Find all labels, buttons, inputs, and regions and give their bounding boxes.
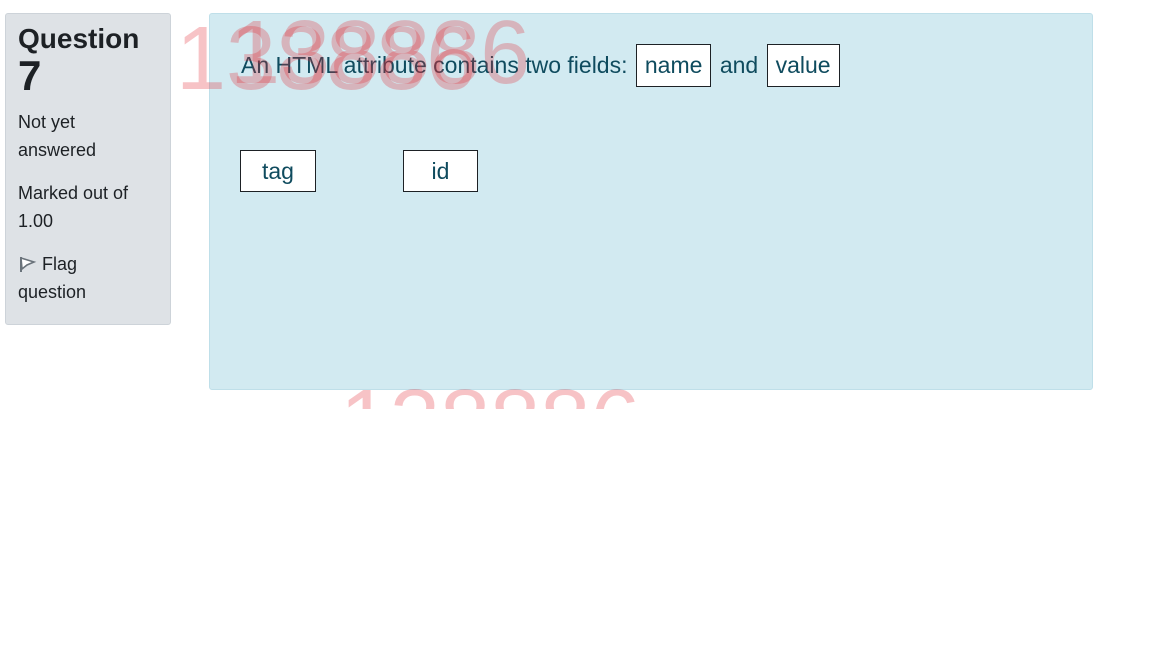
flag-icon <box>18 254 38 274</box>
question-text-before: An HTML attribute contains two fields: <box>241 52 628 78</box>
drop-zone-2[interactable]: value <box>766 44 840 87</box>
question-state: Not yet answered <box>18 112 97 160</box>
question-text-between: and <box>719 52 759 78</box>
flag-question-link[interactable]: Flag question <box>18 250 148 306</box>
question-grade: Marked out of 1.00 <box>18 183 129 231</box>
quiz-page: Question 7 Not yet answered Marked out o… <box>0 0 1152 648</box>
question-label: Question <box>18 23 140 54</box>
drag-choice-id[interactable]: id <box>403 150 478 192</box>
drop-zone-1[interactable]: name <box>635 44 712 87</box>
question-content-panel: An HTML attribute contains two fields: n… <box>209 13 1093 390</box>
question-info-panel: Question 7 Not yet answered Marked out o… <box>5 13 171 325</box>
question-sentence: An HTML attribute contains two fields: n… <box>241 44 842 87</box>
question-number: 7 <box>18 52 42 99</box>
drag-choice-tag[interactable]: tag <box>240 150 316 192</box>
